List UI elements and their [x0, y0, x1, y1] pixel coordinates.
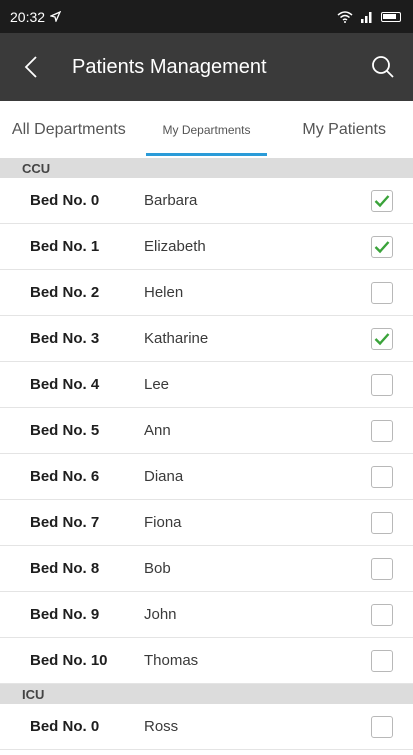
- patient-name: Ann: [144, 422, 171, 439]
- patient-checkbox[interactable]: [371, 327, 393, 350]
- patient-checkbox[interactable]: [371, 373, 393, 396]
- tab-my-patients[interactable]: My Patients: [275, 101, 413, 158]
- patient-row[interactable]: Bed No. 8 Bob: [0, 546, 413, 592]
- patient-checkbox[interactable]: [371, 281, 393, 304]
- bed-number: Bed No. 6: [30, 468, 100, 485]
- check-icon: [374, 332, 390, 345]
- patient-checkbox[interactable]: [371, 715, 393, 738]
- department-tabs: All Departments My Departments My Patien…: [0, 101, 413, 158]
- patient-checkbox[interactable]: [371, 511, 393, 534]
- signal-icon: [361, 11, 372, 23]
- back-button[interactable]: [0, 33, 72, 101]
- patient-row[interactable]: Bed No. 9 John: [0, 592, 413, 638]
- bed-number: Bed No. 0: [30, 192, 100, 209]
- bed-number: Bed No. 4: [30, 376, 100, 393]
- patient-name: Thomas: [144, 652, 199, 669]
- patient-name: John: [144, 606, 177, 623]
- patient-row[interactable]: Bed No. 3 Katharine: [0, 316, 413, 362]
- bed-number: Bed No. 9: [30, 606, 100, 623]
- patient-list: CCU Bed No. 0 Barbara Bed No. 1 Elizabeth Bed…: [0, 158, 413, 750]
- bed-number: Bed No. 8: [30, 560, 100, 577]
- app-header: Patients Management: [0, 33, 413, 101]
- location-icon: [50, 11, 62, 22]
- patient-row[interactable]: Bed No. 6 Diana: [0, 454, 413, 500]
- patient-row[interactable]: Bed No. 2 Helen: [0, 270, 413, 316]
- bed-number: Bed No. 2: [30, 284, 100, 301]
- bed-number: Bed No. 5: [30, 422, 100, 439]
- patient-name: Ross: [144, 718, 179, 735]
- bed-number: Bed No. 1: [30, 238, 100, 255]
- status-time: 20:32: [10, 8, 46, 25]
- search-button[interactable]: [353, 33, 413, 101]
- bed-number: Bed No. 3: [30, 330, 100, 347]
- patient-checkbox[interactable]: [371, 649, 393, 672]
- patient-checkbox[interactable]: [371, 465, 393, 488]
- patient-name: Katharine: [144, 330, 209, 347]
- chevron-left-icon: [24, 56, 37, 78]
- patient-row[interactable]: Bed No. 1 Elizabeth: [0, 224, 413, 270]
- patient-name: Lee: [144, 376, 170, 393]
- status-bar: 20:32: [0, 0, 413, 33]
- patient-row[interactable]: Bed No. 7 Fiona: [0, 500, 413, 546]
- patient-checkbox[interactable]: [371, 189, 393, 212]
- patient-checkbox[interactable]: [371, 419, 393, 442]
- patient-name: Diana: [144, 468, 184, 485]
- bed-number: Bed No. 0: [30, 718, 100, 735]
- patient-name: Fiona: [144, 514, 182, 531]
- search-icon: [372, 56, 394, 78]
- check-icon: [374, 240, 390, 253]
- check-icon: [374, 194, 390, 207]
- patient-name: Elizabeth: [144, 238, 206, 255]
- patient-checkbox[interactable]: [371, 235, 393, 258]
- patient-name: Barbara: [144, 192, 198, 209]
- patient-row[interactable]: Bed No. 4 Lee: [0, 362, 413, 408]
- tab-my-departments[interactable]: My Departments: [138, 101, 276, 158]
- battery-icon: [381, 11, 401, 22]
- patient-row[interactable]: Bed No. 10 Thomas: [0, 638, 413, 684]
- patient-name: Helen: [144, 284, 184, 301]
- patient-checkbox[interactable]: [371, 603, 393, 626]
- bed-number: Bed No. 7: [30, 514, 100, 531]
- tab-all-departments[interactable]: All Departments: [0, 101, 138, 158]
- section-header: ICU: [0, 684, 413, 704]
- wifi-icon: [337, 10, 353, 23]
- section-header: CCU: [0, 158, 413, 178]
- patient-checkbox[interactable]: [371, 557, 393, 580]
- patient-row[interactable]: Bed No. 0 Barbara: [0, 178, 413, 224]
- page-title: Patients Management: [72, 55, 267, 78]
- patient-row[interactable]: Bed No. 5 Ann: [0, 408, 413, 454]
- patient-row[interactable]: Bed No. 0 Ross: [0, 704, 413, 750]
- bed-number: Bed No. 10: [30, 652, 108, 669]
- patient-name: Bob: [144, 560, 171, 577]
